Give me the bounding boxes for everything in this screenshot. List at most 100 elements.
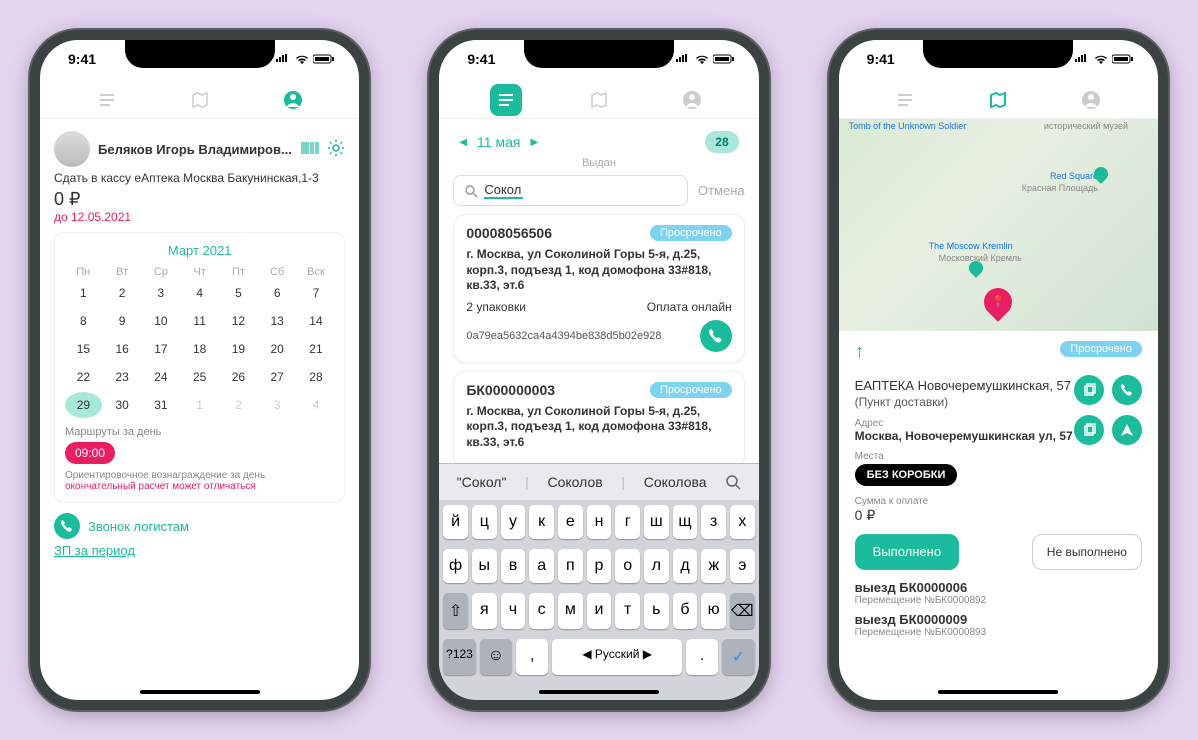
calendar-day[interactable]: 16 [104, 336, 141, 362]
calendar-day[interactable]: 13 [259, 308, 296, 334]
calendar-day[interactable]: 20 [259, 336, 296, 362]
key[interactable]: н [587, 505, 612, 539]
prev-day-icon[interactable]: ◀ [459, 137, 467, 148]
home-indicator[interactable] [539, 690, 659, 694]
calendar-day[interactable]: 4 [298, 392, 335, 418]
home-indicator[interactable] [140, 690, 260, 694]
key[interactable]: п [558, 549, 583, 583]
calendar-day[interactable]: 5 [220, 280, 257, 306]
key[interactable]: г [615, 505, 640, 539]
tab-list[interactable] [889, 84, 921, 116]
next-day-icon[interactable]: ▶ [530, 137, 538, 148]
calendar-day[interactable]: 24 [143, 364, 180, 390]
tab-list[interactable] [91, 84, 123, 116]
calendar-day[interactable]: 11 [181, 308, 218, 334]
calendar-day[interactable]: 29 [65, 392, 102, 418]
collapse-icon[interactable]: ↑ [855, 341, 865, 364]
order-card[interactable]: БК000000003Просрочено г. Москва, ул Соко… [453, 371, 744, 468]
calendar-day[interactable]: 4 [181, 280, 218, 306]
calendar-day[interactable]: 2 [220, 392, 257, 418]
calendar-day[interactable]: 23 [104, 364, 141, 390]
key[interactable]: я [472, 593, 497, 629]
key-backspace[interactable]: ⌫ [730, 593, 755, 629]
key[interactable]: е [558, 505, 583, 539]
calendar-day[interactable]: 25 [181, 364, 218, 390]
trip-item[interactable]: выезд БК0000006Перемещение №БК0000892 [855, 580, 1142, 606]
salary-link[interactable]: ЗП за период [54, 543, 135, 558]
call-button[interactable] [700, 320, 732, 352]
key[interactable]: ж [701, 549, 726, 583]
order-card[interactable]: 00008056506Просрочено г. Москва, ул Соко… [453, 214, 744, 363]
key[interactable]: к [529, 505, 554, 539]
navigate-button[interactable] [1112, 415, 1142, 445]
key[interactable]: р [587, 549, 612, 583]
calendar-day[interactable]: 2 [104, 280, 141, 306]
calendar-day[interactable]: 19 [220, 336, 257, 362]
calendar-day[interactable]: 17 [143, 336, 180, 362]
calendar-day[interactable]: 8 [65, 308, 102, 334]
calendar-day[interactable]: 3 [143, 280, 180, 306]
calendar-day[interactable]: 27 [259, 364, 296, 390]
calendar-day[interactable]: 3 [259, 392, 296, 418]
key[interactable]: ю [701, 593, 726, 629]
done-button[interactable]: Выполнено [855, 534, 959, 570]
calendar-day[interactable]: 28 [298, 364, 335, 390]
map[interactable]: Tomb of the Unknown Soldier исторический… [839, 119, 1158, 331]
key[interactable]: у [501, 505, 526, 539]
key[interactable]: ы [472, 549, 497, 583]
key[interactable]: ш [644, 505, 669, 539]
key[interactable]: т [615, 593, 640, 629]
tab-profile[interactable] [676, 84, 708, 116]
key[interactable]: з [701, 505, 726, 539]
tab-map[interactable] [184, 84, 216, 116]
copy-button[interactable] [1074, 375, 1104, 405]
calendar-day[interactable]: 14 [298, 308, 335, 334]
tab-map[interactable] [583, 84, 615, 116]
calendar-day[interactable]: 1 [181, 392, 218, 418]
calendar-day[interactable]: 15 [65, 336, 102, 362]
tab-map[interactable] [982, 84, 1014, 116]
key[interactable]: ц [472, 505, 497, 539]
suggestion[interactable]: Соколова [644, 474, 707, 490]
key-space[interactable]: ◀ Русский ▶ [552, 639, 681, 675]
tab-profile[interactable] [1075, 84, 1107, 116]
key[interactable]: и [587, 593, 612, 629]
key[interactable]: э [730, 549, 755, 583]
call-logists[interactable]: Звонок логистам [54, 513, 345, 539]
key[interactable]: д [673, 549, 698, 583]
trip-item[interactable]: выезд БК0000009Перемещение №БК0000893 [855, 612, 1142, 638]
time-pill[interactable]: 09:00 [65, 442, 115, 464]
calendar-day[interactable]: 1 [65, 280, 102, 306]
calendar-day[interactable]: 31 [143, 392, 180, 418]
key[interactable]: а [529, 549, 554, 583]
calendar-day[interactable]: 22 [65, 364, 102, 390]
calendar-day[interactable]: 30 [104, 392, 141, 418]
key-comma[interactable]: , [516, 639, 548, 675]
key[interactable]: о [615, 549, 640, 583]
key-123[interactable]: ?123 [443, 639, 475, 675]
key-shift[interactable]: ⇧ [443, 593, 468, 629]
key[interactable]: й [443, 505, 468, 539]
suggestion[interactable]: Соколов [547, 474, 602, 490]
key[interactable]: ь [644, 593, 669, 629]
suggestion[interactable]: "Сокол" [457, 474, 507, 490]
key[interactable]: ч [501, 593, 526, 629]
not-done-button[interactable]: Не выполнено [1032, 534, 1142, 570]
calendar-day[interactable]: 7 [298, 280, 335, 306]
calendar-day[interactable]: 21 [298, 336, 335, 362]
key[interactable]: с [529, 593, 554, 629]
key[interactable]: б [673, 593, 698, 629]
key-period[interactable]: . [686, 639, 718, 675]
tab-profile[interactable] [277, 84, 309, 116]
key[interactable]: в [501, 549, 526, 583]
key[interactable]: щ [673, 505, 698, 539]
calendar-day[interactable]: 12 [220, 308, 257, 334]
search-input[interactable]: Сокол [453, 175, 688, 206]
cancel-button[interactable]: Отмена [698, 183, 745, 198]
tab-list[interactable] [490, 84, 522, 116]
call-button[interactable] [1112, 375, 1142, 405]
key-emoji[interactable]: ☺ [480, 639, 512, 675]
key[interactable]: х [730, 505, 755, 539]
key[interactable]: л [644, 549, 669, 583]
gear-icon[interactable] [327, 139, 345, 160]
